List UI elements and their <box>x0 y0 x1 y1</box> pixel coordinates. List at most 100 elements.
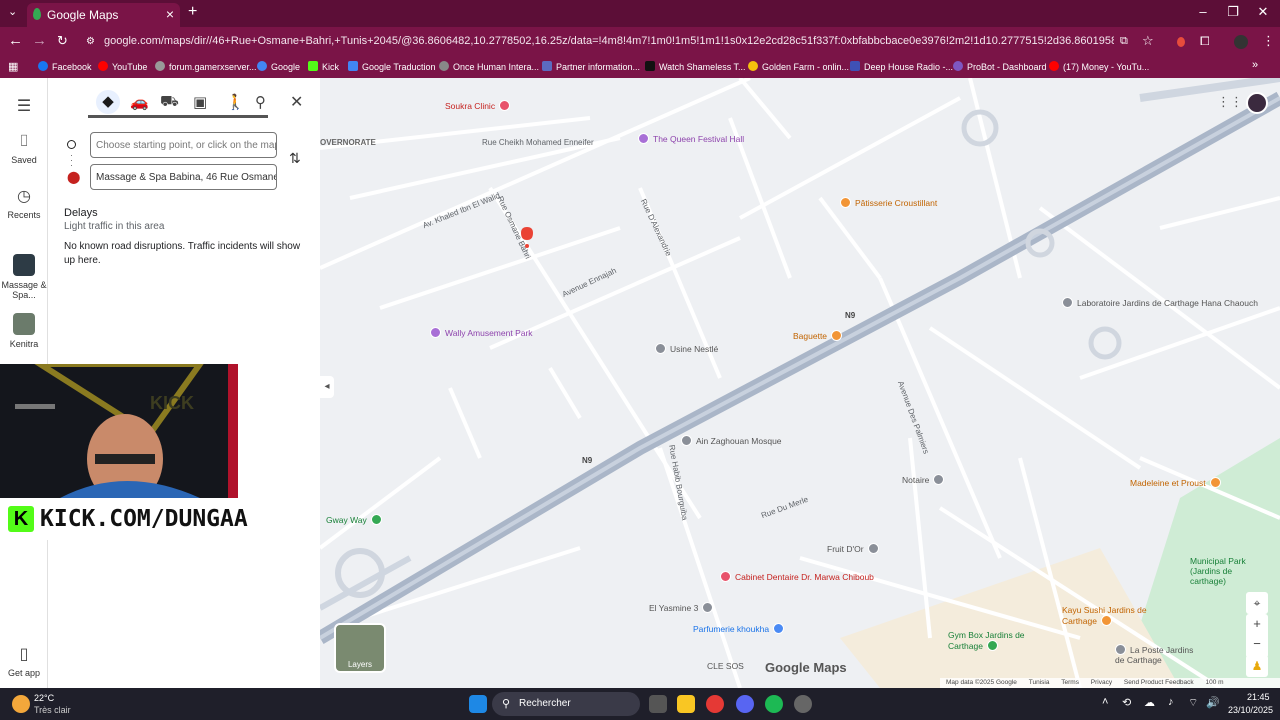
volume-icon[interactable]: 🔊 <box>1206 696 1220 709</box>
best-route-mode-icon[interactable]: ◆ <box>96 90 120 114</box>
poi-cle-sos[interactable]: CLE SOS <box>707 661 744 671</box>
get-app-button[interactable]: ▯ Get app <box>0 644 48 678</box>
extension-icon[interactable] <box>1177 37 1185 47</box>
reload-icon[interactable]: ↻ <box>57 33 68 49</box>
bookmark-golden-farm[interactable]: Golden Farm - onlin... <box>748 61 849 72</box>
tray-overflow-icon[interactable]: ˄ <box>1102 696 1108 708</box>
bookmark-youtube[interactable]: YouTube <box>98 61 147 72</box>
poi-wally-park[interactable]: Wally Amusement Park <box>430 327 533 338</box>
apps-grid-icon[interactable]: ▦ <box>8 60 18 73</box>
install-app-icon[interactable]: ⧉ <box>1120 35 1128 48</box>
taskbar-search[interactable]: ⚲ Rechercher <box>492 692 640 716</box>
apps-grid-icon[interactable]: ⋮⋮ <box>1217 94 1243 110</box>
layers-button[interactable]: Layers <box>334 623 386 673</box>
cloud-icon[interactable]: ☁ <box>1144 696 1155 709</box>
feedback-link[interactable]: Send Product Feedback <box>1124 679 1194 686</box>
bookmark-probot[interactable]: ProBot - Dashboard <box>953 61 1047 72</box>
poi-madeleine[interactable]: Madeleine et Proust <box>1130 477 1225 488</box>
bookmark-facebook[interactable]: Facebook <box>38 61 92 72</box>
weather-icon[interactable] <box>12 695 30 713</box>
account-avatar[interactable] <box>1246 92 1268 114</box>
site-info-icon[interactable]: ⚙ <box>86 36 95 47</box>
bookmark-shameless[interactable]: Watch Shameless T... <box>645 61 746 72</box>
zoom-out-icon[interactable]: − <box>1246 634 1268 654</box>
recent-kenitra[interactable]: Kenitra <box>0 313 48 349</box>
bookmark-kick[interactable]: Kick <box>308 61 339 72</box>
swap-directions-icon[interactable]: ⇅ <box>289 150 301 167</box>
region-link[interactable]: Tunisia <box>1029 679 1050 686</box>
transit-mode-icon[interactable]: ▣ <box>193 93 207 111</box>
poi-la-poste[interactable]: La Poste Jardins de Carthage <box>1115 644 1200 665</box>
file-explorer-icon[interactable] <box>677 695 695 713</box>
discord-icon[interactable] <box>736 695 754 713</box>
car-mode-icon[interactable]: 🚗 <box>130 93 149 111</box>
windows-start-icon[interactable] <box>469 695 487 713</box>
tab-bar: ⌄ Google Maps × + – ❐ ✕ <box>0 0 1280 27</box>
terms-link[interactable]: Terms <box>1061 679 1079 686</box>
obs-icon[interactable] <box>794 695 812 713</box>
pegman-icon[interactable]: ♟ <box>1246 655 1268 677</box>
minimize-icon[interactable]: – <box>1188 4 1218 19</box>
poi-laboratoire[interactable]: Laboratoire Jardins de Carthage Hana Cha… <box>1062 297 1258 308</box>
poi-soukra-clinic[interactable]: Soukra Clinic <box>445 100 514 111</box>
bicycle-mode-icon[interactable]: ⚲ <box>255 93 266 111</box>
poi-baguette[interactable]: Baguette <box>793 330 846 341</box>
poi-patisserie[interactable]: Pâtisserie Croustillant <box>840 197 937 208</box>
poi-fruit-dor[interactable]: Fruit D'Or <box>827 543 883 554</box>
menu-hamburger-icon[interactable]: ☰ <box>0 96 48 120</box>
spotify-icon[interactable] <box>765 695 783 713</box>
bookmark-forum[interactable]: forum.gamerxserver... <box>155 61 257 72</box>
tab-google-maps[interactable]: Google Maps × <box>27 3 180 27</box>
close-window-icon[interactable]: ✕ <box>1248 4 1278 20</box>
forward-icon[interactable]: → <box>32 32 47 49</box>
url-input[interactable]: google.com/maps/dir//46+Rue+Osmane+Bahri… <box>104 35 1114 47</box>
zoom-in-icon[interactable]: + <box>1246 614 1268 634</box>
close-directions-icon[interactable]: ✕ <box>290 92 303 112</box>
new-tab-icon[interactable]: + <box>188 3 197 21</box>
privacy-link[interactable]: Privacy <box>1091 679 1112 686</box>
scale-bar[interactable]: 100 m <box>1205 679 1223 686</box>
map-canvas[interactable]: OVERNORATE Rue Cheikh Mohamed Enneifer A… <box>320 78 1280 688</box>
recent-massage-spa[interactable]: Massage & Spa... <box>0 254 48 300</box>
wifi-icon[interactable]: ⌔ <box>1188 696 1198 710</box>
bookmark-deep-house[interactable]: Deep House Radio -... <box>850 61 953 72</box>
bookmark-money-youtube[interactable]: (17) Money - YouTu... <box>1049 61 1149 72</box>
poi-el-yasmine[interactable]: El Yasmine 3 <box>649 602 717 613</box>
mode-progress-bar <box>88 115 268 118</box>
poi-usine-nestle[interactable]: Usine Nestlé <box>655 343 718 354</box>
bookmark-google[interactable]: Google <box>257 61 300 72</box>
poi-cabinet-dentaire[interactable]: Cabinet Dentaire Dr. Marwa Chiboub <box>720 571 874 582</box>
poi-parfumerie[interactable]: Parfumerie khoukha <box>693 623 788 634</box>
my-location-icon[interactable]: ⌖ <box>1246 592 1268 614</box>
microphone-icon[interactable]: ♪ <box>1168 696 1174 708</box>
task-view-icon[interactable] <box>649 695 667 713</box>
network-tray-icon[interactable]: ⟲ <box>1122 696 1131 709</box>
extensions-puzzle-icon[interactable]: ⧠ <box>1200 34 1210 49</box>
poi-kayu-sushi[interactable]: Kayu Sushi Jardins de Carthage <box>1062 605 1172 626</box>
poi-mosque[interactable]: Ain Zaghouan Mosque <box>681 435 782 446</box>
bookmark-partner[interactable]: Partner information... <box>542 61 640 72</box>
back-icon[interactable]: ← <box>8 32 23 49</box>
bookmark-once-human[interactable]: Once Human Intera... <box>439 61 539 72</box>
more-bookmarks-icon[interactable]: » <box>1252 59 1258 71</box>
recents-button[interactable]: ◷ Recents <box>0 186 48 220</box>
restore-icon[interactable]: ❐ <box>1218 4 1248 20</box>
tab-close-icon[interactable]: × <box>166 6 174 22</box>
tab-list-icon[interactable]: ⌄ <box>8 5 17 18</box>
motorcycle-mode-icon[interactable]: ⛟ <box>160 93 179 112</box>
walking-mode-icon[interactable]: 🚶 <box>226 93 245 111</box>
poi-gway-way[interactable]: Gway Way <box>326 514 386 525</box>
profile-avatar[interactable] <box>1234 35 1248 49</box>
starting-point-input[interactable]: Choose starting point, or click on the m… <box>90 132 277 158</box>
chrome-icon[interactable] <box>706 695 724 713</box>
bookmark-translate[interactable]: Google Traduction <box>348 61 436 72</box>
bookmark-star-icon[interactable]: ☆ <box>1142 33 1154 49</box>
poi-gym-box[interactable]: Gym Box Jardins de Carthage <box>948 630 1038 651</box>
destination-input[interactable]: Massage & Spa Babina, 46 Rue Osmane Bahr… <box>90 164 277 190</box>
poi-queen-festival-hall[interactable]: The Queen Festival Hall <box>638 133 744 144</box>
poi-municipal-park[interactable]: Municipal Park (Jardins de carthage) <box>1190 556 1260 586</box>
menu-kebab-icon[interactable]: ⋮ <box>1262 33 1275 49</box>
saved-button[interactable]: ⌷ Saved <box>0 133 48 165</box>
poi-notaire[interactable]: Notaire <box>902 474 948 485</box>
collapse-panel-icon[interactable]: ◂ <box>320 376 334 398</box>
